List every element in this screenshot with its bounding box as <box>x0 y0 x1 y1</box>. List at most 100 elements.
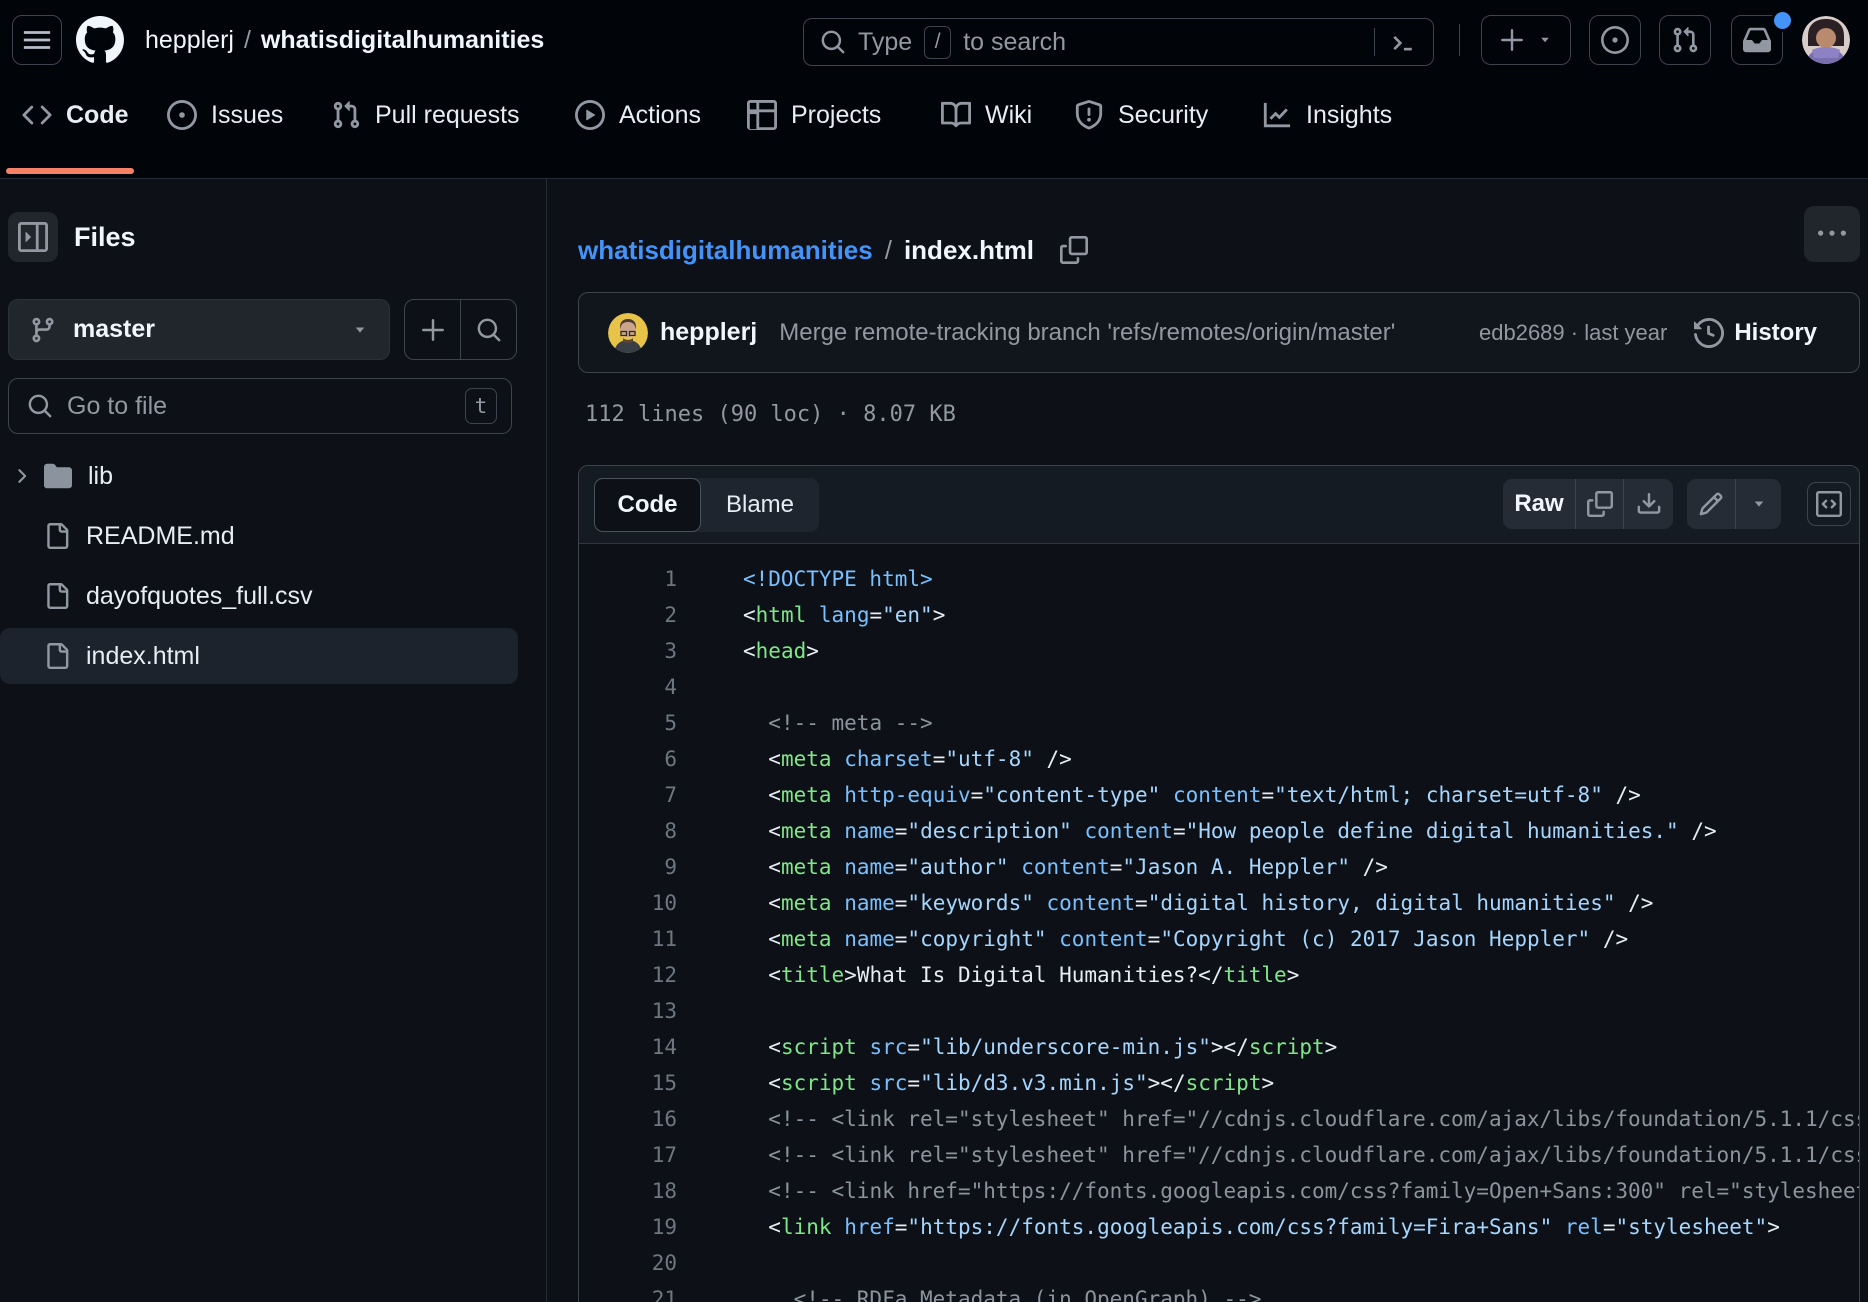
download-button[interactable] <box>1623 479 1673 529</box>
code-listing[interactable]: 1 <!DOCTYPE html>2<html lang="en">3<head>… <box>579 545 1860 1302</box>
code-line[interactable]: 3<head> <box>579 633 1860 669</box>
line-number[interactable]: 19 <box>579 1209 677 1245</box>
code-line[interactable]: 17 <!-- <link rel="stylesheet" href="//c… <box>579 1137 1860 1173</box>
tab-wiki[interactable]: Wiki <box>941 97 1032 133</box>
line-number[interactable]: 15 <box>579 1065 677 1101</box>
go-to-file-input[interactable]: Go to file t <box>8 378 512 434</box>
line-number[interactable]: 9 <box>579 849 677 885</box>
code-line[interactable]: 8 <meta name="description" content="How … <box>579 813 1860 849</box>
line-number[interactable]: 1 <box>579 561 677 597</box>
line-number[interactable]: 12 <box>579 957 677 993</box>
raw-button[interactable]: Raw <box>1503 479 1575 529</box>
line-number[interactable]: 18 <box>579 1173 677 1209</box>
line-number[interactable]: 4 <box>579 669 677 705</box>
code-line[interactable]: 4 <box>579 669 1860 705</box>
line-number[interactable]: 20 <box>579 1245 677 1281</box>
t-key-hint: t <box>465 388 497 424</box>
code-line[interactable]: 2<html lang="en"> <box>579 597 1860 633</box>
create-new-button[interactable] <box>1481 15 1571 65</box>
command-palette-icon[interactable] <box>1389 29 1417 57</box>
commit-sha-and-time[interactable]: edb2689 · last year <box>1479 320 1667 346</box>
tab-issues[interactable]: Issues <box>167 97 283 133</box>
edit-dropdown-button[interactable] <box>1735 479 1781 529</box>
go-to-file-placeholder: Go to file <box>67 392 451 421</box>
tab-blame-view[interactable]: Blame <box>701 478 819 532</box>
history-button[interactable]: History <box>1694 318 1817 348</box>
line-number[interactable]: 21 <box>579 1281 677 1302</box>
line-number[interactable]: 7 <box>579 777 677 813</box>
chevron-right-icon[interactable] <box>4 465 38 487</box>
code-line[interactable]: 16 <!-- <link rel="stylesheet" href="//c… <box>579 1101 1860 1137</box>
line-content: <script src="lib/underscore-min.js"></sc… <box>743 1029 1337 1065</box>
tab-projects[interactable]: Projects <box>747 97 881 133</box>
breadcrumb-separator: / <box>244 26 251 55</box>
line-number[interactable]: 2 <box>579 597 677 633</box>
breadcrumb-repo-link[interactable]: whatisdigitalhumanities <box>578 235 873 266</box>
line-content: <!DOCTYPE html> <box>743 561 933 597</box>
tab-insights[interactable]: Insights <box>1262 97 1392 133</box>
tab-issues-label: Issues <box>211 101 283 130</box>
more-options-button[interactable] <box>1804 206 1860 262</box>
search-tree-button[interactable] <box>460 300 516 359</box>
tab-pull-requests[interactable]: Pull requests <box>331 97 520 133</box>
code-line[interactable]: 20 <box>579 1245 1860 1281</box>
code-line[interactable]: 6 <meta charset="utf-8" /> <box>579 741 1860 777</box>
tab-code[interactable]: Code <box>22 97 129 133</box>
new-file-button[interactable] <box>405 300 460 359</box>
search-input[interactable]: Type / to search <box>803 18 1434 66</box>
line-number[interactable]: 13 <box>579 993 677 1029</box>
code-line[interactable]: 11 <meta name="copyright" content="Copyr… <box>579 921 1860 957</box>
line-number[interactable]: 14 <box>579 1029 677 1065</box>
code-line[interactable]: 19 <link href="https://fonts.googleapis.… <box>579 1209 1860 1245</box>
breadcrumb-repo-link[interactable]: whatisdigitalhumanities <box>261 26 544 55</box>
code-line[interactable]: 7 <meta http-equiv="content-type" conten… <box>579 777 1860 813</box>
commit-author-avatar[interactable] <box>608 313 648 353</box>
code-line[interactable]: 10 <meta name="keywords" content="digita… <box>579 885 1860 921</box>
history-clock-icon <box>1694 318 1724 348</box>
collapse-sidebar-button[interactable] <box>8 212 58 262</box>
commit-message[interactable]: Merge remote-tracking branch 'refs/remot… <box>779 319 1395 347</box>
code-line[interactable]: 13 <box>579 993 1860 1029</box>
line-number[interactable]: 16 <box>579 1101 677 1137</box>
file-breadcrumb: whatisdigitalhumanities / index.html <box>578 230 1088 270</box>
three-bars-icon <box>22 25 52 55</box>
code-line[interactable]: 5 <!-- meta --> <box>579 705 1860 741</box>
github-logo[interactable] <box>76 16 124 64</box>
line-number[interactable]: 3 <box>579 633 677 669</box>
tab-code-label: Code <box>66 101 129 130</box>
edit-file-button[interactable] <box>1687 479 1735 529</box>
copy-file-button[interactable] <box>1575 479 1623 529</box>
copy-path-icon[interactable] <box>1060 236 1088 264</box>
code-line[interactable]: 9 <meta name="author" content="Jason A. … <box>579 849 1860 885</box>
line-number[interactable]: 6 <box>579 741 677 777</box>
hamburger-menu-button[interactable] <box>12 15 62 65</box>
line-number[interactable]: 10 <box>579 885 677 921</box>
tree-item-dayofquotes[interactable]: dayofquotes_full.csv <box>0 568 518 624</box>
branch-selector[interactable]: master <box>8 299 390 360</box>
search-icon <box>476 317 502 343</box>
line-content: <script src="lib/d3.v3.min.js"></script> <box>743 1065 1274 1101</box>
tree-item-index-html[interactable]: index.html <box>0 628 518 684</box>
code-line[interactable]: 14 <script src="lib/underscore-min.js"><… <box>579 1029 1860 1065</box>
line-number[interactable]: 5 <box>579 705 677 741</box>
line-number[interactable]: 8 <box>579 813 677 849</box>
tree-item-readme[interactable]: README.md <box>0 508 518 564</box>
tab-code-view[interactable]: Code <box>594 478 701 532</box>
code-line[interactable]: 15 <script src="lib/d3.v3.min.js"></scri… <box>579 1065 1860 1101</box>
code-line[interactable]: 1 <!DOCTYPE html> <box>579 561 1860 597</box>
code-line[interactable]: 12 <title>What Is Digital Humanities?</t… <box>579 957 1860 993</box>
code-line[interactable]: 18 <!-- <link href="https://fonts.google… <box>579 1173 1860 1209</box>
line-number[interactable]: 17 <box>579 1137 677 1173</box>
tab-security[interactable]: Security <box>1074 97 1208 133</box>
tree-item-lib[interactable]: lib <box>0 448 518 504</box>
user-avatar[interactable] <box>1802 16 1850 64</box>
symbols-panel-button[interactable] <box>1807 482 1851 526</box>
pull-requests-dashboard-button[interactable] <box>1659 15 1711 65</box>
breadcrumb-owner-link[interactable]: hepplerj <box>145 26 234 55</box>
line-content: <link href="https://fonts.googleapis.com… <box>743 1209 1780 1245</box>
issues-dashboard-button[interactable] <box>1589 15 1641 65</box>
line-number[interactable]: 11 <box>579 921 677 957</box>
commit-author-name[interactable]: hepplerj <box>660 318 757 347</box>
code-line[interactable]: 21 <!-- RDFa Metadata (in OpenGraph) --> <box>579 1281 1860 1302</box>
tab-actions[interactable]: Actions <box>575 97 701 133</box>
